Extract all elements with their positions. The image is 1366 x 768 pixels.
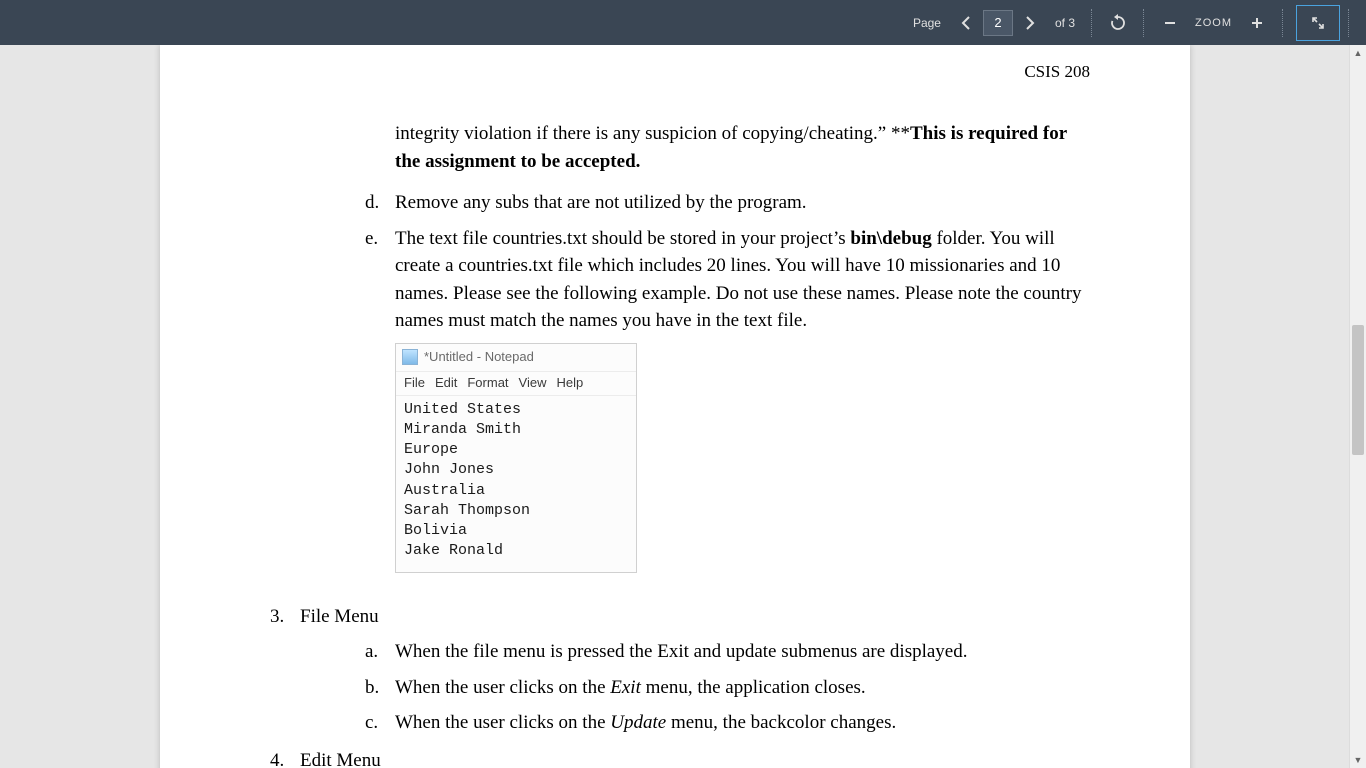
list-item-3c: When the user clicks on the Update menu,… xyxy=(395,709,1090,737)
scroll-thumb[interactable] xyxy=(1352,325,1364,455)
fullscreen-button[interactable] xyxy=(1296,5,1340,41)
scroll-up-button[interactable]: ▲ xyxy=(1350,45,1366,61)
toolbar-separator xyxy=(1091,9,1093,37)
page-content: integrity violation if there is any susp… xyxy=(280,120,1090,768)
list-marker-3a: a. xyxy=(365,638,395,666)
page-label: Page xyxy=(905,0,949,45)
vertical-scrollbar[interactable]: ▲ ▼ xyxy=(1349,45,1366,768)
document-page: CSIS 208 integrity violation if there is… xyxy=(160,45,1190,768)
notepad-screenshot: *Untitled - Notepad File Edit Format Vie… xyxy=(395,343,637,573)
list-marker-3c: c. xyxy=(365,709,395,737)
list-item-3a: When the file menu is pressed the Exit a… xyxy=(395,638,1090,666)
list-marker-3: 3. xyxy=(270,603,300,631)
toolbar-separator xyxy=(1143,9,1145,37)
list-item-d: Remove any subs that are not utilized by… xyxy=(395,189,1090,217)
zoom-out-button[interactable] xyxy=(1153,7,1187,39)
section-4-title: Edit Menu xyxy=(300,747,1090,768)
zoom-in-button[interactable] xyxy=(1240,7,1274,39)
notepad-menubar: File Edit Format View Help xyxy=(396,372,636,396)
list-item-e: The text file countries.txt should be st… xyxy=(395,225,1090,335)
continued-paragraph: integrity violation if there is any susp… xyxy=(395,120,1090,175)
prev-page-button[interactable] xyxy=(949,7,983,39)
list-item-3b: When the user clicks on the Exit menu, t… xyxy=(395,674,1090,702)
notepad-body: United States Miranda Smith Europe John … xyxy=(396,396,636,572)
zoom-label: ZOOM xyxy=(1187,0,1240,45)
notepad-icon xyxy=(402,349,418,365)
next-page-button[interactable] xyxy=(1013,7,1047,39)
page-header-course: CSIS 208 xyxy=(1024,60,1090,85)
page-count-label: of 3 xyxy=(1047,0,1083,45)
toolbar-separator xyxy=(1348,9,1350,37)
toolbar-separator xyxy=(1282,9,1284,37)
list-marker-3b: b. xyxy=(365,674,395,702)
scroll-down-button[interactable]: ▼ xyxy=(1350,752,1366,768)
notepad-titlebar: *Untitled - Notepad xyxy=(396,344,636,372)
list-marker-4: 4. xyxy=(270,747,300,768)
list-marker-d: d. xyxy=(365,189,395,217)
rotate-button[interactable] xyxy=(1101,7,1135,39)
pdf-toolbar: Page of 3 ZOOM xyxy=(0,0,1366,45)
document-viewer[interactable]: CSIS 208 integrity violation if there is… xyxy=(0,45,1350,768)
section-3-title: File Menu xyxy=(300,603,1090,631)
page-number-input[interactable] xyxy=(983,10,1013,36)
list-marker-e: e. xyxy=(365,225,395,335)
